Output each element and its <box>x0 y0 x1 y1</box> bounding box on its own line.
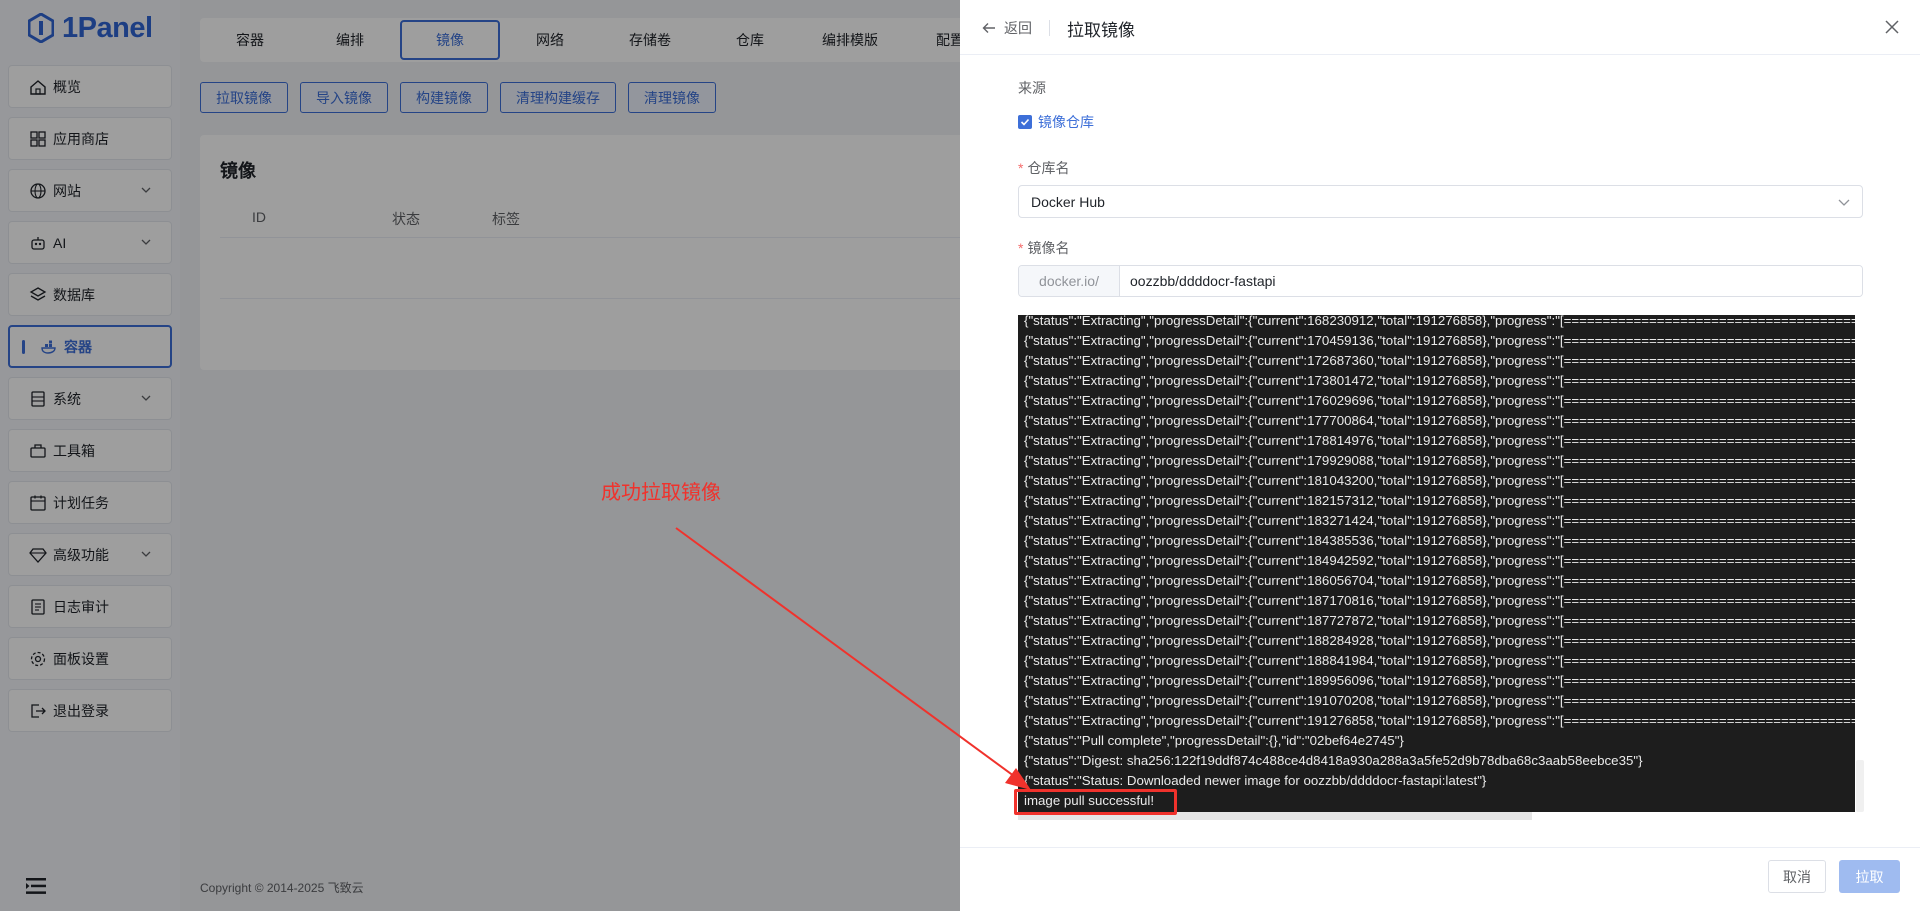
log-line: {"status":"Pull complete","progressDetai… <box>1024 733 1404 748</box>
back-label: 返回 <box>1004 20 1032 36</box>
log-line: {"status":"Extracting","progressDetail":… <box>1024 433 1855 448</box>
annotation-text: 成功拉取镜像 <box>601 482 721 504</box>
drawer-footer: 取消 拉取 <box>960 847 1920 911</box>
log-line: {"status":"Status: Downloaded newer imag… <box>1024 773 1487 788</box>
pull-log[interactable]: {"status":"Extracting","progressDetail":… <box>1018 315 1855 812</box>
repo-label: * 仓库名 <box>1018 160 1070 176</box>
close-icon[interactable] <box>1884 19 1900 35</box>
header-divider <box>1049 20 1050 36</box>
log-line: {"status":"Extracting","progressDetail":… <box>1024 353 1855 368</box>
log-line: {"status":"Extracting","progressDetail":… <box>1024 573 1855 588</box>
log-line: {"status":"Extracting","progressDetail":… <box>1024 673 1855 688</box>
log-line: {"status":"Extracting","progressDetail":… <box>1024 413 1855 428</box>
success-highlight-box <box>1014 789 1177 815</box>
repo-select-value: Docker Hub <box>1031 193 1105 210</box>
arrow-left-icon <box>982 23 995 33</box>
log-line: {"status":"Extracting","progressDetail":… <box>1024 393 1855 408</box>
pull-button[interactable]: 拉取 <box>1839 860 1900 893</box>
log-line: {"status":"Extracting","progressDetail":… <box>1024 493 1855 508</box>
log-line: {"status":"Extracting","progressDetail":… <box>1024 593 1855 608</box>
log-line: {"status":"Extracting","progressDetail":… <box>1024 333 1855 348</box>
modal-overlay[interactable] <box>0 0 960 911</box>
source-option-label: 镜像仓库 <box>1038 114 1094 130</box>
log-line: {"status":"Extracting","progressDetail":… <box>1024 693 1855 708</box>
repo-select[interactable]: Docker Hub <box>1018 185 1863 218</box>
log-line: {"status":"Extracting","progressDetail":… <box>1024 453 1855 468</box>
chevron-down-icon <box>1838 199 1850 206</box>
drawer-title: 拉取镜像 <box>1067 21 1135 40</box>
log-line: {"status":"Digest: sha256:122f19ddf874c4… <box>1024 753 1643 768</box>
log-line: {"status":"Extracting","progressDetail":… <box>1024 373 1855 388</box>
log-line: {"status":"Extracting","progressDetail":… <box>1024 513 1855 528</box>
checkbox-checked-icon <box>1018 115 1032 129</box>
pull-image-drawer: 返回 拉取镜像 来源 镜像仓库 * 仓库名 Docker Hub * 镜像名 doc… <box>960 0 1920 911</box>
back-button[interactable]: 返回 <box>982 18 1032 38</box>
log-line: {"status":"Extracting","progressDetail":… <box>1024 713 1855 728</box>
log-line: {"status":"Extracting","progressDetail":… <box>1024 653 1855 668</box>
source-checkbox[interactable]: 镜像仓库 <box>1018 112 1094 132</box>
image-name-input[interactable] <box>1120 266 1862 296</box>
image-label: * 镜像名 <box>1018 240 1070 256</box>
log-scrollbar[interactable] <box>1856 760 1864 812</box>
drawer-header: 返回 拉取镜像 <box>960 0 1920 55</box>
log-line: {"status":"Extracting","progressDetail":… <box>1024 553 1855 568</box>
source-label: 来源 <box>1018 80 1046 96</box>
log-line: {"status":"Extracting","progressDetail":… <box>1024 533 1855 548</box>
log-line: {"status":"Extracting","progressDetail":… <box>1024 315 1855 328</box>
image-prefix: docker.io/ <box>1019 266 1120 296</box>
log-lines: {"status":"Extracting","progressDetail":… <box>1024 315 1855 811</box>
log-line: {"status":"Extracting","progressDetail":… <box>1024 633 1855 648</box>
cancel-button[interactable]: 取消 <box>1768 860 1826 893</box>
log-line: {"status":"Extracting","progressDetail":… <box>1024 473 1855 488</box>
log-line: {"status":"Extracting","progressDetail":… <box>1024 613 1855 628</box>
image-name-field: docker.io/ <box>1018 265 1863 297</box>
